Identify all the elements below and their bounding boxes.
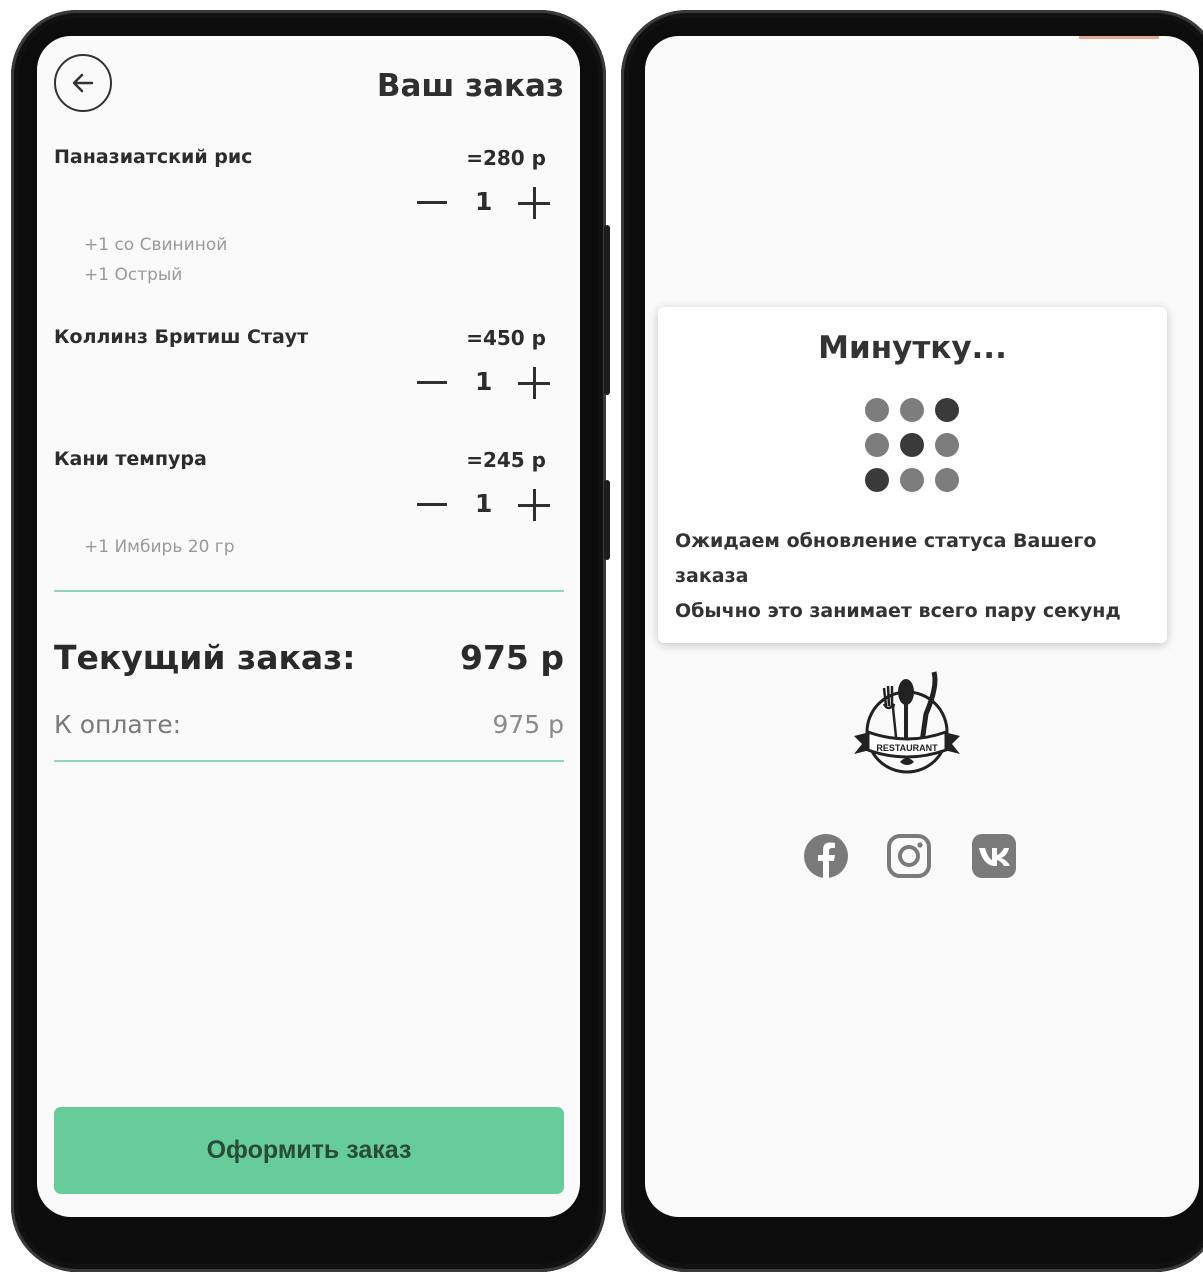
back-button[interactable] xyxy=(54,54,112,112)
quantity-value: 1 xyxy=(475,187,493,216)
total-value: 975 р xyxy=(460,638,564,677)
quantity-stepper: 1 xyxy=(417,183,557,223)
order-item-price: =450 р xyxy=(466,326,546,350)
loader-dot xyxy=(935,468,959,492)
pay-value: 975 р xyxy=(492,710,564,739)
status-line: Обычно это занимает всего пару секунд xyxy=(675,600,1121,622)
volume-button xyxy=(604,225,610,395)
loader-dot xyxy=(935,398,959,422)
card-title: Минутку... xyxy=(818,330,1007,366)
item-modifier: +1 со Свининой xyxy=(84,235,228,255)
instagram-icon[interactable] xyxy=(885,832,933,880)
item-modifier: +1 Имбирь 20 гр xyxy=(84,537,235,557)
facebook-icon[interactable] xyxy=(802,832,850,880)
loader-dot xyxy=(900,468,924,492)
pay-label: К оплате: xyxy=(54,710,182,739)
order-item-name: Паназиатский рис xyxy=(54,146,253,168)
arrow-left-icon xyxy=(72,73,94,93)
status-bar-tint xyxy=(1079,36,1159,39)
order-item-price: =280 р xyxy=(466,146,546,170)
quantity-stepper: 1 xyxy=(417,485,557,525)
divider xyxy=(54,590,564,592)
divider xyxy=(54,760,564,762)
loader-dot xyxy=(900,433,924,457)
dots-grid-loader-icon xyxy=(865,398,965,498)
status-line: заказа xyxy=(675,565,749,587)
loader-dot xyxy=(865,468,889,492)
checkout-button[interactable]: Оформить заказ xyxy=(54,1107,564,1194)
order-item-name: Кани темпура xyxy=(54,448,207,470)
loader-dot xyxy=(900,398,924,422)
logo-text: RESTAURANT xyxy=(876,743,938,753)
phone-frame-order: Ваш заказ Паназиатский рис =280 р 1 +1 с… xyxy=(11,10,610,1272)
power-button xyxy=(604,480,610,560)
page-title: Ваш заказ xyxy=(376,68,564,104)
social-links xyxy=(802,832,1022,882)
plus-button[interactable] xyxy=(518,489,550,521)
total-label: Текущий заказ: xyxy=(54,638,356,677)
quantity-stepper: 1 xyxy=(417,363,557,403)
minus-button[interactable] xyxy=(417,201,447,204)
waiting-screen: Минутку... Ожидаем обновление статуса Ва… xyxy=(645,36,1199,1217)
phone-frame-waiting: Минутку... Ожидаем обновление статуса Ва… xyxy=(621,10,1203,1272)
item-modifier: +1 Острый xyxy=(84,265,183,285)
quantity-value: 1 xyxy=(475,367,493,396)
loader-dot xyxy=(935,433,959,457)
status-message: Ожидаем обновление статуса Вашего заказа… xyxy=(675,524,1157,629)
order-screen: Ваш заказ Паназиатский рис =280 р 1 +1 с… xyxy=(37,36,580,1217)
order-item-price: =245 р xyxy=(466,448,546,472)
minus-button[interactable] xyxy=(417,381,447,384)
loader-dot xyxy=(865,433,889,457)
restaurant-logo-icon: RESTAURANT xyxy=(854,671,960,774)
order-item-name: Коллинз Бритиш Стаут xyxy=(54,326,309,348)
plus-button[interactable] xyxy=(518,187,550,219)
plus-button[interactable] xyxy=(518,367,550,399)
quantity-value: 1 xyxy=(475,489,493,518)
vk-icon[interactable] xyxy=(970,832,1018,880)
status-line: Ожидаем обновление статуса Вашего xyxy=(675,530,1097,552)
loader-dot xyxy=(865,398,889,422)
status-card: Минутку... Ожидаем обновление статуса Ва… xyxy=(658,307,1167,643)
minus-button[interactable] xyxy=(417,503,447,506)
